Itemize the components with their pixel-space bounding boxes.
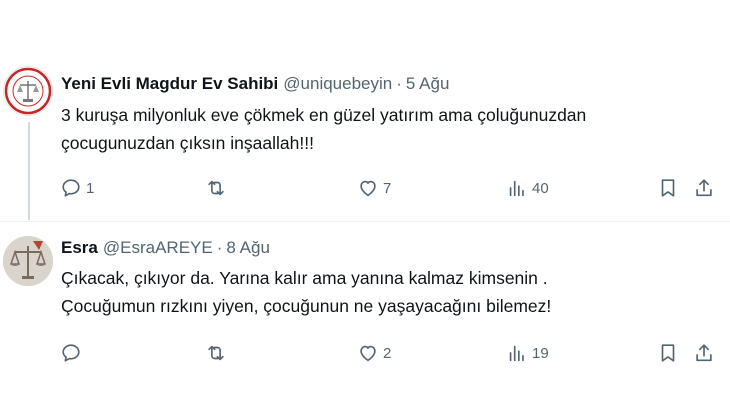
handle[interactable]: @uniquebeyin bbox=[283, 74, 392, 94]
thread-line bbox=[28, 122, 30, 220]
action-bar: 1 7 40 bbox=[0, 175, 730, 201]
views-icon bbox=[509, 345, 524, 362]
retweet-button[interactable] bbox=[205, 175, 231, 201]
share-button[interactable] bbox=[693, 340, 715, 366]
tweet[interactable]: Esra @EsraAREYE · 8 Ağu Çıkacak, çıkıyor… bbox=[0, 222, 730, 420]
view-count: 19 bbox=[532, 344, 549, 362]
share-button[interactable] bbox=[693, 175, 715, 201]
timestamp[interactable]: 8 Ağu bbox=[226, 238, 270, 258]
handle[interactable]: @EsraAREYE bbox=[103, 238, 213, 258]
tweet-header: Yeni Evli Magdur Ev Sahibi @uniquebeyin … bbox=[61, 74, 449, 94]
retweet-icon bbox=[208, 345, 224, 361]
tweet-text-line: çocugunuzdan çıksın inşaallah!!! bbox=[61, 133, 314, 153]
view-count: 40 bbox=[532, 179, 549, 197]
avatar[interactable] bbox=[3, 236, 53, 286]
retweet-icon bbox=[208, 180, 224, 196]
display-name[interactable]: Esra bbox=[61, 238, 98, 258]
views-button[interactable]: 40 bbox=[506, 175, 549, 201]
views-button[interactable]: 19 bbox=[506, 340, 549, 366]
tweet-text-line: 3 kuruşa milyonluk eve çökmek en güzel y… bbox=[61, 105, 587, 125]
retweet-button[interactable] bbox=[205, 340, 231, 366]
like-icon bbox=[360, 345, 376, 362]
like-button[interactable]: 2 bbox=[357, 340, 391, 366]
tweet[interactable]: Yeni Evli Magdur Ev Sahibi @uniquebeyin … bbox=[0, 0, 730, 222]
separator: · bbox=[216, 238, 223, 257]
share-icon bbox=[696, 179, 712, 197]
bookmark-button[interactable] bbox=[657, 340, 679, 366]
reply-count: 1 bbox=[86, 179, 95, 197]
like-count: 7 bbox=[383, 179, 392, 197]
like-button[interactable]: 7 bbox=[357, 175, 391, 201]
tweet-text: 3 kuruşa milyonluk eve çökmek en güzel y… bbox=[61, 101, 711, 157]
tweet-text: Çıkacak, çıkıyor da. Yarına kalır ama ya… bbox=[61, 264, 711, 320]
like-icon bbox=[360, 180, 376, 197]
bookmark-icon bbox=[661, 179, 675, 197]
reply-icon bbox=[62, 344, 80, 362]
avatar[interactable] bbox=[3, 66, 53, 116]
bookmark-button[interactable] bbox=[657, 175, 679, 201]
bookmark-icon bbox=[661, 344, 675, 362]
like-count: 2 bbox=[383, 344, 392, 362]
separator: · bbox=[396, 74, 402, 93]
display-name[interactable]: Yeni Evli Magdur Ev Sahibi bbox=[61, 74, 278, 94]
reply-icon bbox=[62, 179, 80, 197]
tweet-header: Esra @EsraAREYE · 8 Ağu bbox=[61, 238, 270, 258]
scales-of-justice-icon bbox=[3, 236, 53, 286]
timestamp[interactable]: 5 Ağu bbox=[406, 74, 450, 94]
share-icon bbox=[696, 344, 712, 362]
justice-logo-icon bbox=[4, 67, 52, 115]
reply-button[interactable]: 1 bbox=[60, 175, 94, 201]
action-bar: 2 19 bbox=[0, 340, 730, 366]
reply-button[interactable] bbox=[60, 340, 86, 366]
views-icon bbox=[509, 180, 524, 197]
tweet-text-line: Çıkacak, çıkıyor da. Yarına kalır ama ya… bbox=[61, 268, 548, 288]
tweet-text-line: Çocuğumun rızkını yiyen, çocuğunun ne ya… bbox=[61, 296, 552, 316]
